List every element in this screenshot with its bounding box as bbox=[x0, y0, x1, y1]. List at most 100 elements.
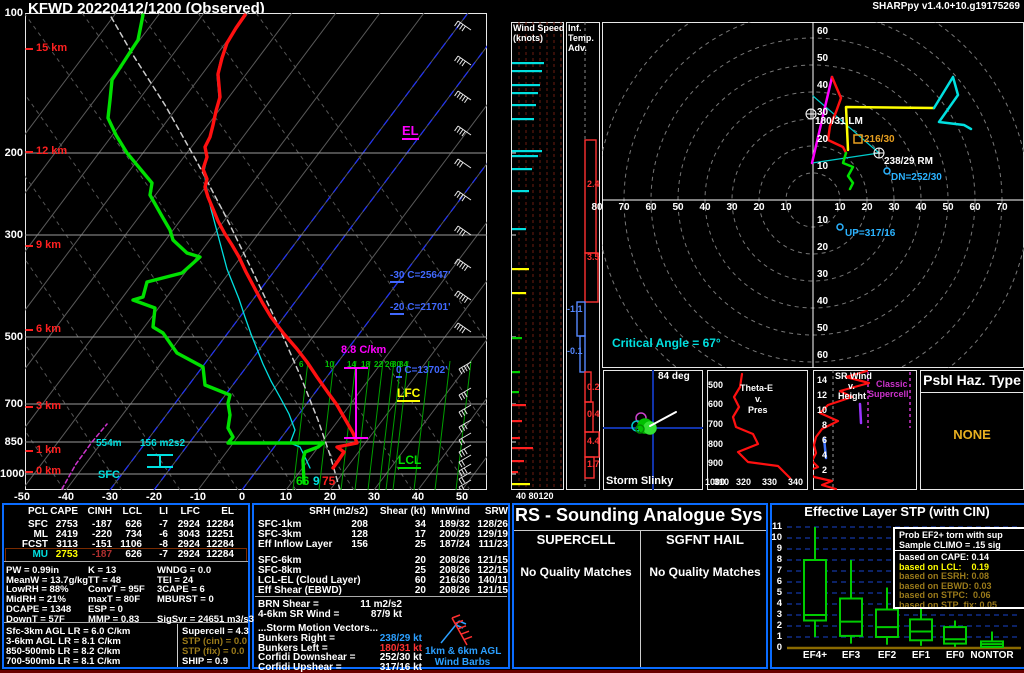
pressure-label: 850 bbox=[0, 437, 23, 449]
temp-axis-label: 0 bbox=[227, 492, 257, 504]
thetae-ytick: 700 bbox=[708, 420, 723, 429]
hodo-tick: 30 bbox=[722, 203, 742, 214]
srwind-classic2: Supercell bbox=[868, 390, 909, 399]
sars-match-supercell: No Quality Matches bbox=[516, 566, 636, 579]
temp-adv-value: 1.7 bbox=[587, 460, 600, 469]
pressure-label: 1000 bbox=[0, 469, 23, 481]
wind-barbs-icon bbox=[425, 605, 485, 650]
hodo-tick: 50 bbox=[938, 203, 958, 214]
barb-caption-1: 1km & 6km AGL bbox=[425, 647, 500, 658]
height-label: 12 km bbox=[36, 146, 67, 158]
hazard-title: Psbl Haz. Type bbox=[922, 373, 1022, 388]
thermo-header: CINH bbox=[78, 507, 112, 518]
hodo-tick: 20 bbox=[857, 203, 877, 214]
temp-adv-value: 0.4 bbox=[587, 410, 600, 419]
kinem-layer: Eff Shear (EBWD) bbox=[258, 586, 342, 597]
thermo-index-divider bbox=[177, 624, 178, 667]
isotherm-height-label: -30 C=25647' bbox=[390, 271, 450, 282]
temp-adv-value: 0.2 bbox=[587, 383, 600, 392]
thermo-header: PCL bbox=[14, 507, 48, 518]
kinem-header: SRH (m2/s2) bbox=[306, 507, 368, 518]
stp-legend-row: based on LCL: 0.19 bbox=[899, 562, 989, 572]
kinem-extra-value: 87/9 kt bbox=[340, 610, 402, 621]
lfc-label: LFC bbox=[397, 387, 420, 400]
thetae-ytick: 800 bbox=[708, 440, 723, 449]
srwind-ytick: 2 bbox=[815, 466, 827, 475]
stp-legend-divider bbox=[895, 550, 1024, 551]
stp-ytick: 7 bbox=[766, 566, 782, 576]
height-label: 15 km bbox=[36, 43, 67, 55]
height-label: 9 km bbox=[36, 240, 61, 252]
stp-ytick: 6 bbox=[766, 577, 782, 587]
height-label: 3 km bbox=[36, 401, 61, 413]
isotherm-height-label: 0 C=13702' bbox=[396, 366, 448, 377]
sars-title: RS - Sounding Analogue Sys bbox=[515, 506, 762, 525]
hodo-tick: 60 bbox=[817, 351, 828, 362]
hazard-divider bbox=[921, 392, 1023, 393]
hodo-tick: 50 bbox=[668, 203, 688, 214]
temp-adv-value: 2.4 bbox=[587, 180, 600, 189]
lapse-rate-row: 700-500mb LR = 8.1 C/km bbox=[6, 657, 120, 667]
temp-axis-label: -20 bbox=[139, 492, 169, 504]
surface-value: 66 bbox=[296, 475, 309, 488]
thermo-header: CAPE bbox=[44, 507, 78, 518]
slinky-title: Storm Slinky bbox=[606, 476, 673, 488]
sars-match-hail: No Quality Matches bbox=[646, 566, 764, 579]
thetae-title1: Theta-E bbox=[740, 384, 773, 393]
hodo-tick: 40 bbox=[695, 203, 715, 214]
composite-index: SHIP = 0.9 bbox=[182, 657, 228, 667]
thetae-xtick: 320 bbox=[736, 478, 751, 487]
app-version: SHARPpy v1.4.0+10.g19175269 bbox=[824, 2, 1020, 13]
el-label: EL bbox=[402, 124, 419, 138]
kinem-extra-label: 4-6km SR Wind = bbox=[258, 610, 339, 621]
inflow-srh-label: 156 m2s2 bbox=[140, 439, 185, 450]
srwind-ytick: 4 bbox=[815, 451, 827, 460]
srwind-ytick: 10 bbox=[815, 406, 827, 415]
thermo-param: SigSvr = 24651 m3/s3 bbox=[157, 615, 254, 625]
thermo-param: DownT = 57F bbox=[6, 615, 65, 625]
stp-legend-row: based on EBWD: 0.03 bbox=[899, 581, 992, 591]
height-label: 0 km bbox=[36, 466, 61, 478]
stp-ytick: 9 bbox=[766, 544, 782, 554]
temp-adv-value: -1.1 bbox=[567, 305, 583, 314]
pressure-label: 100 bbox=[0, 8, 23, 20]
temp-axis-label: 10 bbox=[271, 492, 301, 504]
stp-legend-row: Sample CLIMO = .15 sig bbox=[899, 540, 1001, 550]
storm-vector-value: 317/16 kt bbox=[360, 663, 422, 673]
mu-row-highlight bbox=[5, 548, 247, 562]
thetae-ytick: 500 bbox=[708, 381, 723, 390]
hodo-tick: 80 bbox=[1019, 203, 1024, 214]
sars-col-hail: SGFNT HAIL bbox=[646, 533, 764, 547]
hodo-tick: 20 bbox=[817, 243, 828, 254]
temp-axis-label: -30 bbox=[95, 492, 125, 504]
hodograph-plot bbox=[602, 22, 1024, 368]
kinem-value: 121/15 bbox=[446, 586, 508, 597]
stp-ytick: 8 bbox=[766, 555, 782, 565]
temp-adv-value: 4.4 bbox=[587, 437, 600, 446]
mixing-ratio-label: 18 bbox=[361, 361, 370, 369]
lapse-rate-label: 8.8 C/km bbox=[341, 345, 386, 357]
kinem-value: 156 bbox=[306, 540, 368, 551]
stp-ytick: 3 bbox=[766, 610, 782, 620]
thermo-param: MBURST = 0 bbox=[157, 595, 214, 605]
mixing-ratio-label: 6 bbox=[299, 361, 303, 369]
stp-legend-row: based on STP_fix: 0.05 bbox=[899, 600, 997, 610]
stp-ytick: 11 bbox=[766, 522, 782, 532]
inflow-depth-label: 554m bbox=[96, 439, 122, 450]
stp-ytick: 5 bbox=[766, 588, 782, 598]
hodo-tick: 30 bbox=[884, 203, 904, 214]
hodo-tick: 50 bbox=[817, 324, 828, 335]
surface-value: 9 bbox=[313, 475, 320, 488]
hodo-tick: 40 bbox=[817, 81, 828, 92]
srwind-ytick: 12 bbox=[815, 391, 827, 400]
thetae-corner: 310 bbox=[714, 478, 729, 487]
temp-adv-title3: Adv. bbox=[568, 44, 587, 53]
stp-ytick: 4 bbox=[766, 599, 782, 609]
lcl-label: LCL bbox=[398, 454, 421, 467]
wind-speed-axis: 40 80120 bbox=[516, 492, 554, 501]
hodo-tick: 40 bbox=[911, 203, 931, 214]
barb-caption-2: Wind Barbs bbox=[425, 658, 500, 669]
sars-divider-v bbox=[640, 530, 641, 667]
stp-legend: Prob EF2+ torn with supSample CLIMO = .1… bbox=[893, 527, 1024, 609]
srwind-ytick: 8 bbox=[815, 421, 827, 430]
